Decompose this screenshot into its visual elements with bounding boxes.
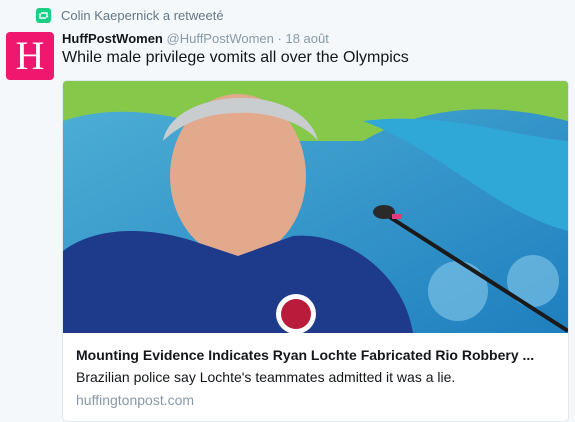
display-name[interactable]: HuffPostWomen xyxy=(62,31,163,46)
tweet-text: While male privilege vomits all over the… xyxy=(62,49,409,66)
card-description: Brazilian police say Lochte's teammates … xyxy=(76,369,456,385)
avatar[interactable]: H xyxy=(6,32,54,80)
tweet-header: HuffPostWomen @HuffPostWomen · 18 août xyxy=(62,31,329,46)
user-handle[interactable]: @HuffPostWomen xyxy=(167,31,274,46)
retweet-context: Colin Kaepernick a retweeté xyxy=(36,8,224,23)
avatar-letter: H xyxy=(15,33,45,78)
separator: · xyxy=(277,31,282,46)
card-body: Mounting Evidence Indicates Ryan Lochte … xyxy=(76,347,556,408)
card-image[interactable] xyxy=(63,81,568,333)
retweet-icon xyxy=(36,8,51,23)
retweet-text[interactable]: Colin Kaepernick a retweeté xyxy=(61,8,224,23)
tweet-date[interactable]: 18 août xyxy=(285,31,328,46)
card-title[interactable]: Mounting Evidence Indicates Ryan Lochte … xyxy=(76,347,556,363)
link-card[interactable]: Mounting Evidence Indicates Ryan Lochte … xyxy=(62,80,569,422)
card-domain[interactable]: huffingtonpost.com xyxy=(76,392,556,408)
